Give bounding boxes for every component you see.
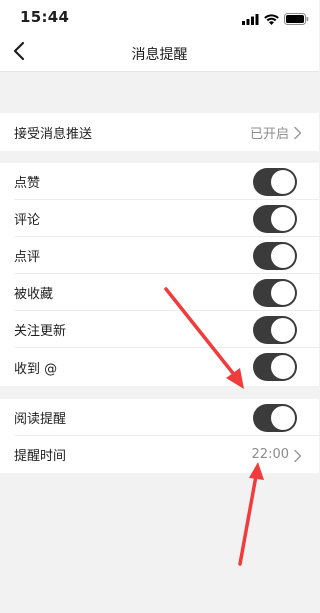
push-notifications-status: 已开启	[249, 126, 289, 142]
toggle-knob	[271, 169, 295, 194]
reading-reminder-row: 阅读提醒	[0, 399, 319, 436]
status-time: 15:44	[20, 8, 70, 26]
toggle-row-label: 点评	[14, 250, 41, 265]
toggle-knob	[271, 206, 295, 231]
toggle-row-label: 收到 @	[14, 361, 58, 377]
page-title: 消息提醒	[131, 47, 188, 63]
mentioned-toggle[interactable]	[253, 353, 297, 381]
review-toggle[interactable]	[253, 241, 297, 270]
toggle-row-label: 评论	[14, 213, 41, 228]
like-toggle[interactable]	[253, 167, 297, 196]
favorited-toggle[interactable]	[253, 278, 297, 307]
reminder-time-label: 提醒时间	[14, 449, 67, 464]
wifi-icon	[264, 10, 279, 29]
navigation-bar: 消息提醒	[0, 34, 319, 72]
reminder-time-row[interactable]: 提醒时间 22:00	[0, 436, 319, 473]
reading-reminder-toggle[interactable]	[253, 403, 297, 432]
toggle-row-favorited: 被收藏	[0, 274, 319, 311]
status-bar: 15:44	[0, 0, 319, 34]
toggle-row-mentioned: 收到 @	[0, 348, 319, 386]
push-notifications-row[interactable]: 接受消息推送 已开启	[0, 113, 319, 151]
toggle-row-follow-updates: 关注更新	[0, 311, 319, 348]
signal-icon	[242, 10, 259, 29]
follow-updates-toggle[interactable]	[253, 315, 297, 344]
chevron-right-icon	[293, 125, 303, 140]
reading-reminder-label: 阅读提醒	[14, 412, 67, 427]
toggle-row-label: 点赞	[14, 176, 41, 191]
push-notifications-label: 接受消息推送	[14, 126, 93, 142]
toggle-knob	[271, 243, 295, 268]
toggle-row-review: 点评	[0, 237, 319, 274]
chevron-right-icon	[293, 448, 303, 462]
status-icons	[242, 10, 309, 29]
reminder-time-value: 22:00	[251, 447, 289, 462]
toggle-row-like: 点赞	[0, 163, 319, 200]
arrow-to-reminder-time-icon	[238, 462, 264, 566]
toggle-row-label: 被收藏	[14, 287, 54, 302]
comment-toggle[interactable]	[253, 204, 297, 233]
toggle-knob	[271, 405, 295, 430]
toggle-row-label: 关注更新	[14, 324, 67, 339]
battery-icon	[284, 10, 309, 29]
toggle-knob	[271, 355, 295, 379]
toggle-row-comment: 评论	[0, 200, 319, 237]
toggle-knob	[271, 280, 295, 305]
toggle-knob	[271, 317, 295, 342]
